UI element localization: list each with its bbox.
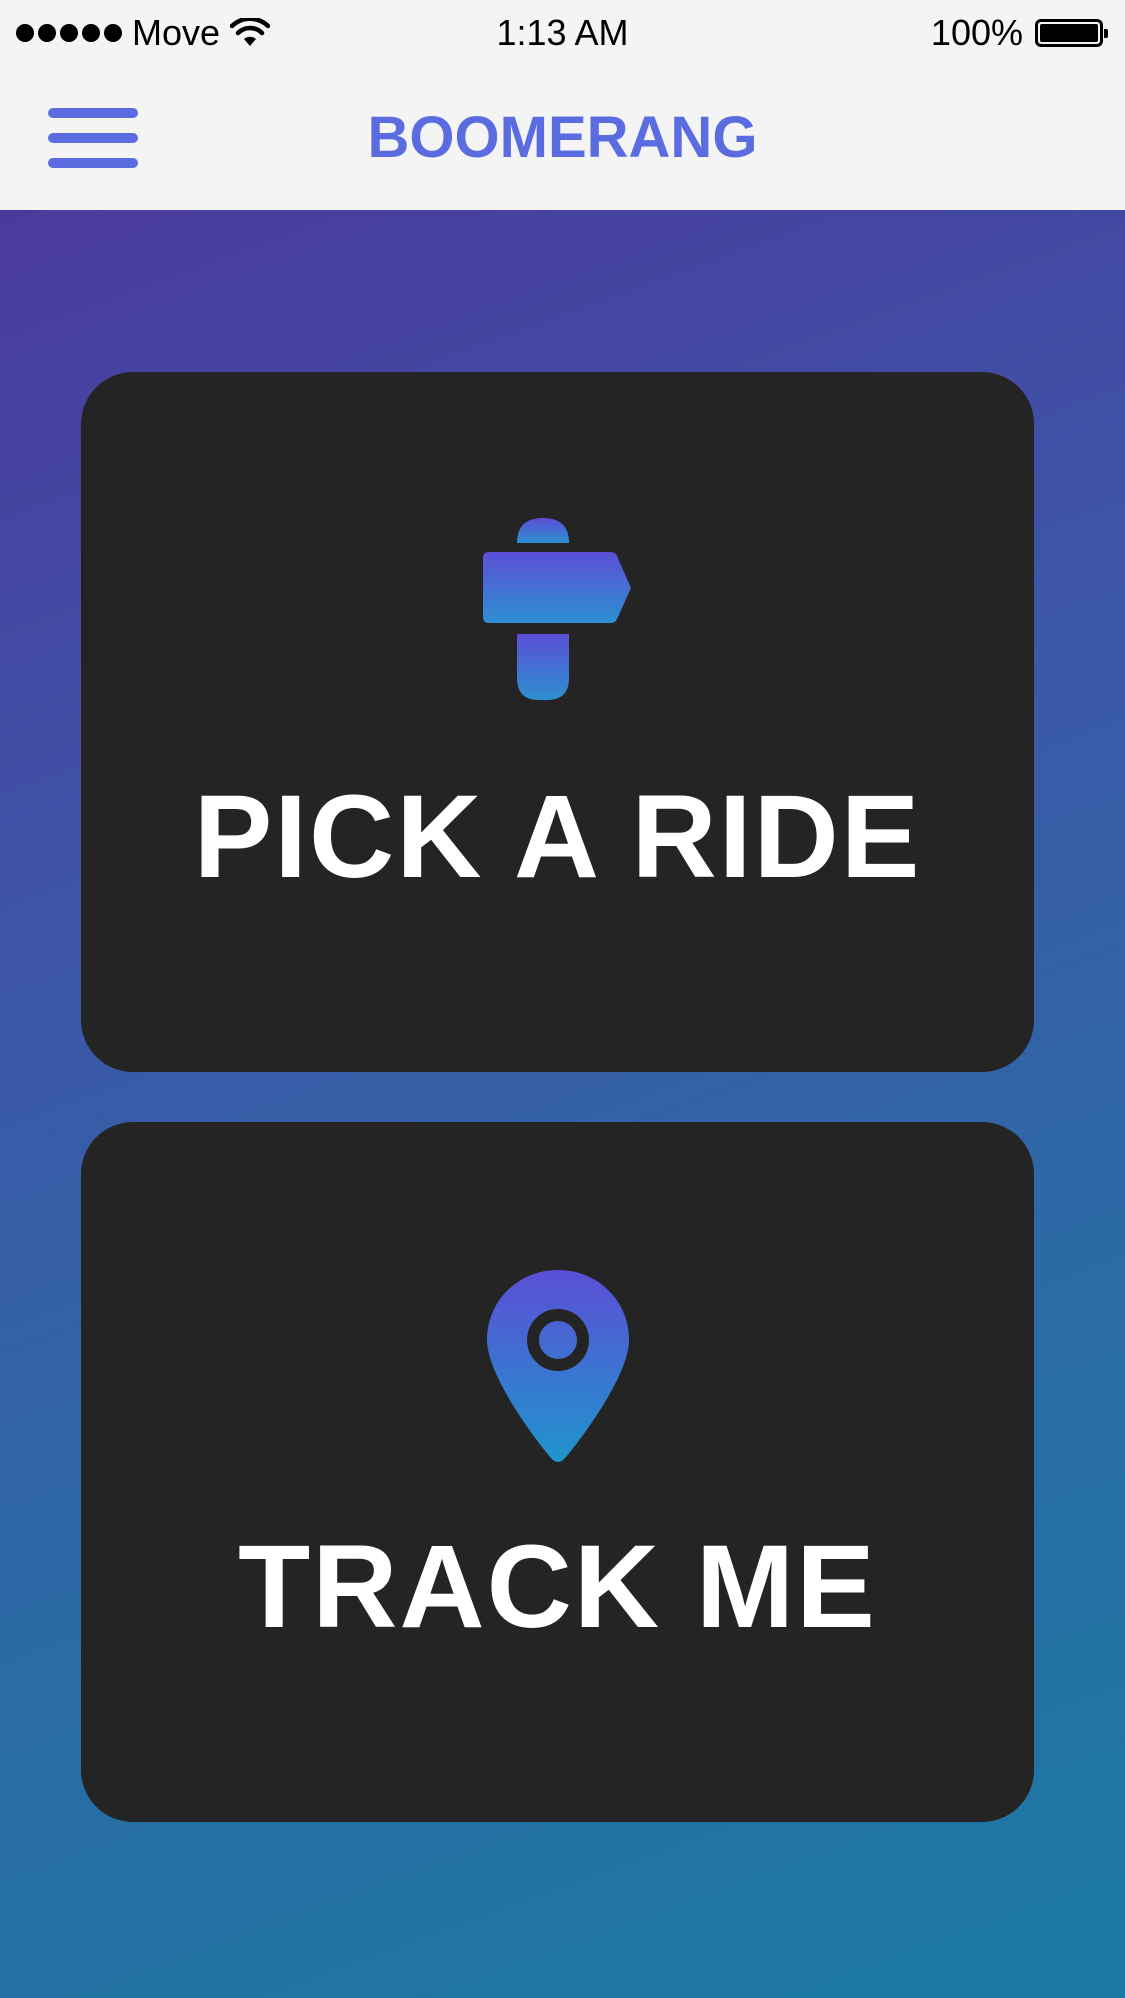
- battery-icon: [1035, 19, 1108, 47]
- status-bar: Move 1:13 AM 100%: [0, 0, 1125, 66]
- main-content: PICK A RIDE TRACK ME: [0, 210, 1125, 1998]
- track-me-label: TRACK ME: [238, 1521, 877, 1653]
- track-me-button[interactable]: TRACK ME: [81, 1122, 1034, 1822]
- app-screen: Move 1:13 AM 100% BOOMERANG PICK A RIDE …: [0, 0, 1125, 1998]
- status-right: 100%: [930, 10, 1108, 56]
- pick-a-ride-label: PICK A RIDE: [193, 771, 922, 903]
- battery-percent: 100%: [930, 12, 1023, 53]
- battery-fill: [1040, 24, 1098, 42]
- signpost-icon: [482, 518, 631, 700]
- pick-a-ride-button[interactable]: PICK A RIDE: [81, 372, 1034, 1072]
- app-title: BOOMERANG: [367, 105, 758, 170]
- nav-bar: BOOMERANG: [0, 66, 1125, 210]
- map-pin-icon: [486, 1270, 629, 1462]
